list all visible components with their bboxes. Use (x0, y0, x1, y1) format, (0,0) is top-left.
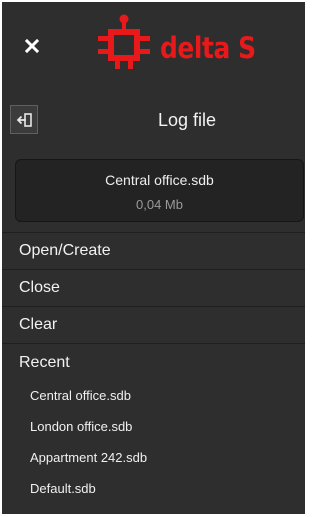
current-file-card[interactable]: Central office.sdb 0,04 Mb (15, 159, 304, 222)
close-icon (25, 39, 39, 53)
recent-item[interactable]: London office.sdb (30, 418, 290, 436)
open-create-button[interactable]: Open/Create (2, 232, 305, 269)
recent-item[interactable]: Central office.sdb (30, 387, 290, 405)
current-file-name: Central office.sdb (105, 172, 214, 188)
back-button[interactable] (10, 105, 38, 134)
recent-item[interactable]: Default.sdb (30, 480, 290, 498)
recent-header: Recent (2, 343, 305, 380)
close-file-button[interactable]: Close (2, 269, 305, 306)
back-arrow-icon (16, 112, 32, 127)
clear-button[interactable]: Clear (2, 306, 305, 343)
logo-text: delta S (160, 31, 256, 65)
chip-logo-icon (98, 14, 150, 69)
close-button[interactable] (18, 32, 46, 60)
recent-item[interactable]: Appartment 242.sdb (30, 449, 290, 467)
current-file-size: 0,04 Mb (136, 197, 183, 212)
page-title: Log file (157, 110, 217, 130)
side-panel: delta S Log file Central office.sdb 0,04… (2, 2, 305, 514)
app-logo: delta S (98, 12, 288, 74)
